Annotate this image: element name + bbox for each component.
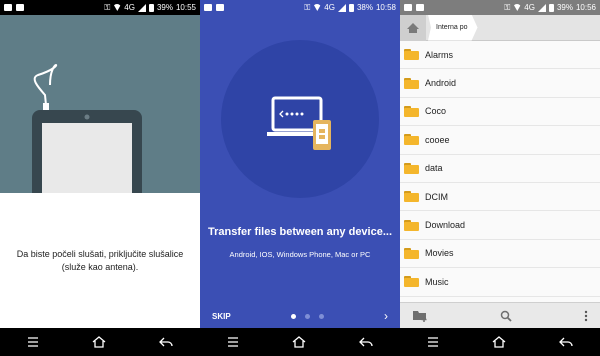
folder-label: Alarms bbox=[425, 49, 454, 60]
shop-icon bbox=[216, 4, 224, 11]
folder-row[interactable]: Music bbox=[400, 268, 600, 297]
breadcrumb: Interna po bbox=[400, 14, 600, 41]
gallery-icon bbox=[4, 4, 12, 11]
folder-list: Alarms Android Coco cooee data DCIM Download Mo… bbox=[400, 41, 600, 302]
folder-label: DCIM bbox=[425, 191, 448, 202]
breadcrumb-item-internal[interactable]: Interna po bbox=[428, 14, 478, 41]
file-manager-screen: ⚿ 4G 39% 10:56 Interna po Alarms Android C… bbox=[400, 0, 600, 356]
new-folder-icon[interactable] bbox=[412, 309, 428, 322]
clock: 10:56 bbox=[575, 3, 596, 12]
folder-icon bbox=[404, 77, 419, 89]
skip-button[interactable]: SKIP bbox=[212, 312, 231, 321]
wifi-icon bbox=[313, 4, 322, 11]
folder-icon bbox=[404, 219, 419, 231]
network-type: 4G bbox=[324, 3, 335, 12]
folder-row[interactable]: Android bbox=[400, 69, 600, 98]
folder-label: data bbox=[425, 163, 443, 174]
network-type: 4G bbox=[524, 3, 535, 12]
folder-icon bbox=[404, 105, 419, 117]
clock: 10:55 bbox=[175, 3, 196, 12]
shop-icon bbox=[16, 4, 24, 11]
home-button[interactable] bbox=[400, 14, 426, 41]
home-icon[interactable] bbox=[292, 336, 306, 348]
next-chevron-icon[interactable]: › bbox=[384, 309, 388, 323]
network-type: 4G bbox=[124, 3, 135, 12]
folder-icon bbox=[404, 162, 419, 174]
page-dot bbox=[304, 313, 310, 319]
wifi-icon bbox=[113, 4, 122, 11]
gallery-icon bbox=[404, 4, 412, 11]
home-icon[interactable] bbox=[492, 336, 506, 348]
folder-row[interactable]: cooee bbox=[400, 126, 600, 155]
folder-label: Android bbox=[425, 78, 457, 89]
navigation-bar bbox=[400, 328, 600, 356]
navigation-bar bbox=[200, 328, 400, 356]
onboarding-title: Transfer files between any device... bbox=[207, 226, 393, 238]
battery-level: 38% bbox=[356, 3, 373, 12]
folder-label: Music bbox=[425, 276, 449, 287]
battery-icon bbox=[148, 3, 154, 12]
menu-lines-icon[interactable] bbox=[427, 337, 439, 347]
folder-icon bbox=[404, 191, 419, 203]
signal-icon bbox=[537, 3, 546, 12]
home-icon bbox=[407, 22, 419, 33]
signal-icon bbox=[337, 3, 346, 12]
folder-row[interactable]: Movies bbox=[400, 240, 600, 269]
headphones-illustration bbox=[0, 15, 200, 210]
navigation-bar bbox=[0, 328, 200, 356]
wifi-icon bbox=[513, 4, 522, 11]
folder-icon bbox=[404, 49, 419, 61]
message-area: Da biste počeli slušati, priključite slu… bbox=[0, 193, 200, 328]
page-dot bbox=[290, 313, 296, 319]
clock: 10:58 bbox=[375, 3, 396, 12]
gallery-icon bbox=[204, 4, 212, 11]
shop-icon bbox=[416, 4, 424, 11]
headphones-message: Da biste počeli slušati, priključite slu… bbox=[16, 249, 184, 272]
folder-label: cooee bbox=[425, 134, 450, 145]
back-arrow-icon[interactable] bbox=[559, 337, 573, 347]
folder-icon bbox=[404, 247, 419, 259]
folder-row[interactable]: Download bbox=[400, 211, 600, 240]
folder-label: Movies bbox=[425, 248, 454, 259]
signal-icon bbox=[137, 3, 146, 12]
menu-lines-icon[interactable] bbox=[227, 337, 239, 347]
back-arrow-icon[interactable] bbox=[159, 337, 173, 347]
radio-screen: ⚿ 4G 39% 10:55 Da biste počeli slušati, … bbox=[0, 0, 200, 356]
overflow-menu-icon[interactable] bbox=[584, 310, 588, 322]
search-icon[interactable] bbox=[500, 310, 512, 322]
status-bar: ⚿ 4G 38% 10:58 bbox=[200, 0, 400, 15]
onboarding-subtitle: Android, IOS, Windows Phone, Mac or PC bbox=[229, 250, 371, 259]
key-icon: ⚿ bbox=[104, 2, 111, 12]
folder-label: Coco bbox=[425, 106, 447, 117]
battery-level: 39% bbox=[156, 3, 173, 12]
battery-icon bbox=[548, 3, 554, 12]
page-dot bbox=[318, 313, 324, 319]
folder-label: Download bbox=[425, 220, 466, 231]
devices-illustration bbox=[221, 40, 379, 198]
folder-row[interactable]: DCIM bbox=[400, 183, 600, 212]
menu-lines-icon[interactable] bbox=[27, 337, 39, 347]
transfer-onboarding-screen: ⚿ 4G 38% 10:58 Transfer files between an… bbox=[200, 0, 400, 356]
folder-row[interactable]: data bbox=[400, 155, 600, 183]
folder-icon bbox=[404, 276, 419, 288]
battery-icon bbox=[348, 3, 354, 12]
file-toolbar bbox=[400, 302, 600, 328]
home-icon[interactable] bbox=[92, 336, 106, 348]
folder-row[interactable]: Alarms bbox=[400, 41, 600, 70]
back-arrow-icon[interactable] bbox=[359, 337, 373, 347]
page-indicator bbox=[290, 313, 324, 319]
battery-level: 39% bbox=[556, 3, 573, 12]
onboarding-controls: SKIP › bbox=[200, 304, 400, 328]
key-icon: ⚿ bbox=[504, 2, 511, 12]
key-icon: ⚿ bbox=[304, 2, 311, 12]
folder-icon bbox=[404, 134, 419, 146]
status-bar: ⚿ 4G 39% 10:55 bbox=[0, 0, 200, 15]
folder-row[interactable]: Coco bbox=[400, 98, 600, 127]
status-bar: ⚿ 4G 39% 10:56 bbox=[400, 0, 600, 15]
